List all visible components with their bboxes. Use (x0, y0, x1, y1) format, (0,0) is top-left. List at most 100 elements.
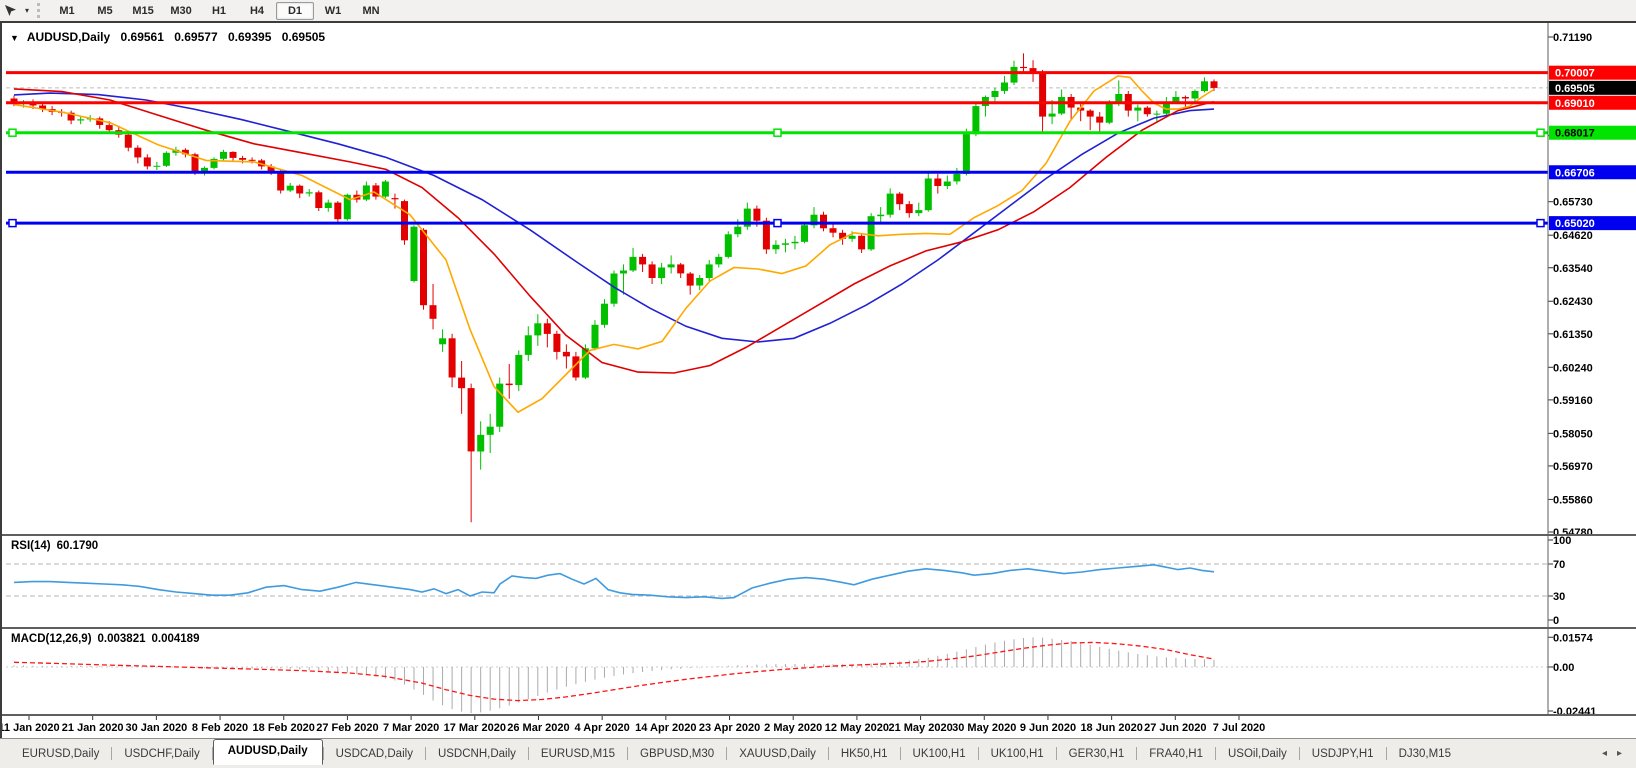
timeframe-button-MN[interactable]: MN (352, 2, 390, 20)
candle-body-up (592, 325, 599, 349)
hline-price-tag-label: 0.70007 (1555, 68, 1595, 80)
price-axis-label: 0.64620 (1553, 230, 1593, 242)
date-axis-label: 30 Jan 2020 (125, 722, 187, 734)
candle-body-down (553, 334, 560, 352)
tab-scroll-left-icon[interactable]: ◂ (1602, 748, 1607, 759)
candle-body-up (153, 166, 160, 167)
candle-body-down (125, 135, 132, 148)
cursor-tool-dropdown-icon[interactable]: ▾ (22, 6, 32, 15)
candle-body-up (725, 234, 732, 257)
candle-body-down (687, 274, 694, 286)
chart-tab-USOil-Daily[interactable]: USOil,Daily (1216, 744, 1299, 764)
chart-tab-EURUSD-M15[interactable]: EURUSD,M15 (529, 744, 627, 764)
candle-body-up (306, 192, 313, 193)
candle-body-down (458, 378, 465, 389)
timeframe-button-M15[interactable]: M15 (124, 2, 162, 20)
cursor-tool-icon[interactable] (0, 2, 20, 19)
candle-body-down (1096, 117, 1103, 123)
panel-separator[interactable] (2, 534, 1636, 536)
chart-canvas[interactable]: 0.711900.679200.657300.646200.635400.624… (2, 23, 1636, 740)
toolbar-grip[interactable] (37, 3, 40, 18)
candle-body-up (801, 225, 808, 242)
candle-body-up (1049, 114, 1056, 117)
chart-tab-USDCAD-Daily[interactable]: USDCAD,Daily (324, 744, 425, 764)
candle-body-up (782, 243, 789, 245)
chart-tab-UK100-H1[interactable]: UK100,H1 (979, 744, 1056, 764)
chart-tab-EURUSD-Daily[interactable]: EURUSD,Daily (10, 744, 111, 764)
candle-body-down (392, 198, 399, 199)
chart-background (2, 23, 1636, 740)
chart-tab-USDCHF-Daily[interactable]: USDCHF,Daily (112, 744, 211, 764)
hline-handle[interactable] (774, 129, 781, 136)
chart-tab-USDCNH-Daily[interactable]: USDCNH,Daily (426, 744, 528, 764)
ohlc-open: 0.69561 (121, 30, 164, 44)
hline-handle[interactable] (9, 129, 16, 136)
tab-scroll-right-icon[interactable]: ▸ (1617, 748, 1622, 759)
chart-tab-HK50-H1[interactable]: HK50,H1 (829, 744, 900, 764)
chart-tab-FRA40-H1[interactable]: FRA40,H1 (1137, 744, 1215, 764)
timeframe-button-H4[interactable]: H4 (238, 2, 276, 20)
rsi-axis-label: 30 (1553, 591, 1565, 603)
date-axis-label: 4 Apr 2020 (575, 722, 630, 734)
panel-separator[interactable] (2, 627, 1636, 629)
price-axis-label: 0.56970 (1553, 461, 1593, 473)
date-axis-label: 27 Feb 2020 (316, 722, 378, 734)
date-axis-label: 12 May 2020 (825, 722, 889, 734)
candle-body-up (77, 119, 84, 120)
price-axis-label: 0.71190 (1553, 32, 1592, 44)
chart-tab-AUDUSD-Daily[interactable]: AUDUSD,Daily (213, 739, 323, 765)
timeframe-button-H1[interactable]: H1 (200, 2, 238, 20)
date-axis-label: 11 Jan 2020 (2, 722, 60, 734)
timeframe-button-M5[interactable]: M5 (86, 2, 124, 20)
chart-tab-GER30-H1[interactable]: GER30,H1 (1057, 744, 1137, 764)
hline-handle[interactable] (1537, 129, 1544, 136)
candle-body-down (144, 157, 151, 166)
candle-body-down (401, 201, 408, 240)
chart-tab-XAUUSD-Daily[interactable]: XAUUSD,Daily (727, 744, 828, 764)
candle-body-down (315, 192, 322, 208)
candle-body-down (896, 194, 903, 205)
chart-tab-USDJPY-H1[interactable]: USDJPY,H1 (1300, 744, 1386, 764)
chart-tab-DJ30-M15[interactable]: DJ30,M15 (1387, 744, 1463, 764)
timeframe-button-W1[interactable]: W1 (314, 2, 352, 20)
timeframe-button-M1[interactable]: M1 (48, 2, 86, 20)
tab-scrollers: ◂ ▸ (1602, 748, 1622, 759)
hline-handle[interactable] (9, 220, 16, 227)
ohlc-high: 0.69577 (174, 30, 217, 44)
macd-signal-value: 0.004189 (152, 633, 200, 645)
date-axis-label: 21 Jan 2020 (62, 722, 124, 734)
trading-platform-window: ▾ M1M5M15M30H1H4D1W1MN 0.711900.679200.6… (0, 0, 1636, 768)
candle-body-up (1153, 114, 1160, 115)
candle-body-up (411, 227, 418, 281)
candle-body-up (992, 91, 999, 97)
candle-body-up (1192, 91, 1199, 99)
macd-indicator-label: MACD(12,26,9)0.0038210.004189 (11, 633, 199, 645)
hline-handle[interactable] (1537, 220, 1544, 227)
price-axis-label: 0.61350 (1553, 329, 1593, 341)
candle-body-down (820, 215, 827, 229)
candle-body-up (287, 186, 294, 191)
chart-symbol-label: AUDUSD,Daily (27, 30, 110, 44)
timeframe-button-M30[interactable]: M30 (162, 2, 200, 20)
hline-handle[interactable] (774, 220, 781, 227)
candle-body-up (1001, 83, 1008, 91)
timeframe-buttons: M1M5M15M30H1H4D1W1MN (48, 2, 390, 20)
chart-menu-icon[interactable]: ▼ (10, 33, 19, 43)
candle-body-up (620, 271, 627, 274)
candle-body-down (1087, 111, 1094, 117)
chart-tab-UK100-H1[interactable]: UK100,H1 (901, 744, 978, 764)
timeframe-button-D1[interactable]: D1 (276, 2, 314, 20)
date-axis-label: 2 May 2020 (764, 722, 822, 734)
candle-body-up (953, 174, 960, 182)
candle-body-up (1134, 108, 1141, 111)
candle-body-down (430, 305, 437, 319)
price-axis-label: 0.58050 (1553, 428, 1593, 440)
candle-body-down (1182, 97, 1189, 99)
rsi-axis-label: 100 (1553, 535, 1571, 547)
candle-body-up (887, 194, 894, 215)
candle-body-up (1106, 103, 1113, 123)
chart-tab-GBPUSD-M30[interactable]: GBPUSD,M30 (628, 744, 726, 764)
panel-separator[interactable] (2, 714, 1636, 716)
candle-body-up (963, 134, 970, 174)
date-axis-label: 7 Jul 2020 (1213, 722, 1266, 734)
